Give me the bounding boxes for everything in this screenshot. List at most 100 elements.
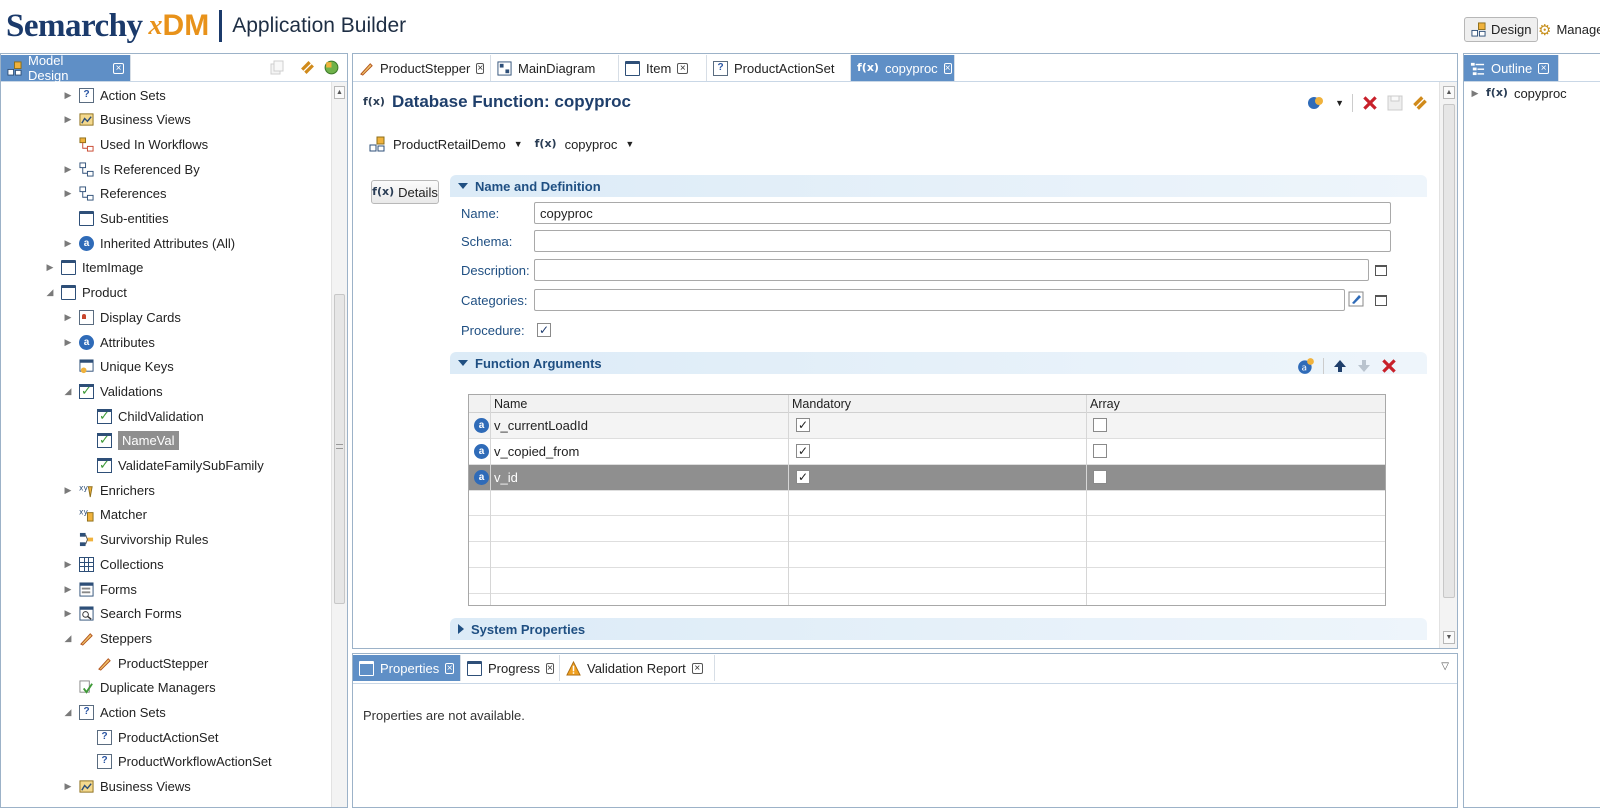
scroll-down-icon[interactable]: ▼ — [1443, 631, 1455, 644]
perspective-manage-button[interactable]: ⚙ Manage — [1532, 17, 1600, 42]
tree-item[interactable]: ▶ Business Views — [63, 109, 191, 131]
tree-item[interactable]: ▶ ItemImage — [45, 257, 143, 279]
table-row[interactable] — [469, 568, 1385, 594]
tree-item[interactable]: ▶ a Inherited Attributes (All) — [63, 232, 235, 254]
model-actions-icon[interactable] — [1307, 95, 1327, 111]
collapse-arrow-icon[interactable]: ◢ — [63, 707, 73, 718]
breadcrumb-model[interactable]: ProductRetailDemo — [393, 137, 506, 152]
delete-icon[interactable] — [1361, 94, 1379, 112]
procedure-checkbox[interactable]: ✓ — [537, 323, 551, 337]
tree-item[interactable]: ▶ a Attributes — [63, 331, 155, 353]
copy-icon[interactable] — [269, 60, 285, 76]
collapse-arrow-icon[interactable]: ◢ — [63, 633, 73, 644]
view-menu-icon[interactable]: ▽ — [1441, 661, 1449, 672]
tree-item[interactable]: xy Matcher — [63, 504, 147, 526]
tab-model-design[interactable]: Model Design × — [1, 53, 131, 83]
chevron-down-icon[interactable]: ▼ — [514, 139, 523, 149]
scroll-up-icon[interactable]: ▲ — [1443, 86, 1455, 99]
tree-item[interactable]: ▶? Action Sets — [63, 84, 166, 106]
sync-icon[interactable] — [1411, 94, 1429, 112]
expand-arrow-icon[interactable]: ▶ — [45, 262, 55, 273]
tree-item[interactable]: ▶ References — [63, 183, 167, 205]
table-row[interactable]: a v_currentLoadId ✓ — [469, 413, 1385, 439]
perspective-design-button[interactable]: Design — [1464, 17, 1539, 42]
tree-item[interactable]: ▶ Display Cards — [63, 306, 181, 328]
model-tree-scrollbar[interactable]: ▲ — [331, 82, 347, 807]
close-icon[interactable]: × — [113, 62, 124, 74]
outline-item[interactable]: ▶ f(x) copyproc — [1470, 86, 1567, 101]
expand-arrow-icon[interactable]: ▶ — [63, 337, 73, 348]
tree-item[interactable]: ProductStepper — [81, 652, 208, 674]
categories-field[interactable] — [534, 289, 1345, 311]
tree-item[interactable]: Used In Workflows — [63, 133, 208, 155]
tree-item[interactable]: Survivorship Rules — [63, 529, 208, 551]
array-checkbox[interactable] — [1093, 443, 1107, 458]
section-name-definition[interactable]: Name and Definition — [450, 175, 1427, 197]
expand-arrow-icon[interactable]: ▶ — [63, 312, 73, 323]
tree-item[interactable]: ◢ Validations — [63, 380, 163, 402]
close-icon[interactable]: × — [1538, 62, 1550, 74]
section-function-arguments[interactable]: Function Arguments — [450, 352, 1427, 374]
details-button[interactable]: f(x) Details — [371, 180, 439, 204]
tree-item[interactable]: ◢? Action Sets — [63, 702, 166, 724]
expand-arrow-icon[interactable]: ▶ — [63, 90, 73, 101]
tab-copyproc[interactable]: f(x) copyproc × — [851, 55, 955, 81]
scrollbar-thumb[interactable] — [1443, 104, 1455, 598]
delete-icon[interactable] — [1380, 357, 1398, 375]
column-header-array[interactable]: Array — [1090, 397, 1120, 411]
mandatory-checkbox[interactable]: ✓ — [796, 443, 810, 458]
tree-item[interactable]: ▶ Collections — [63, 553, 164, 575]
expand-editor-icon[interactable] — [1375, 295, 1387, 306]
array-checkbox[interactable] — [1093, 469, 1107, 484]
tab-properties[interactable]: Properties × — [353, 655, 461, 681]
close-icon[interactable]: × — [546, 662, 554, 674]
edit-icon[interactable] — [1348, 291, 1364, 307]
expand-arrow-icon[interactable]: ▶ — [63, 608, 73, 619]
close-icon[interactable]: × — [476, 62, 485, 74]
tab-productactionset[interactable]: ? ProductActionSet — [707, 55, 851, 81]
expand-arrow-icon[interactable]: ▶ — [63, 559, 73, 570]
table-row[interactable]: a v_copied_from ✓ — [469, 439, 1385, 465]
scrollbar-thumb[interactable] — [334, 294, 345, 604]
expand-arrow-icon[interactable]: ▶ — [63, 238, 73, 249]
tree-item[interactable]: ▶ xy Enrichers — [63, 479, 155, 501]
close-icon[interactable]: × — [691, 662, 703, 674]
sync-icon[interactable] — [299, 59, 316, 76]
column-header-mandatory[interactable]: Mandatory — [792, 397, 851, 411]
table-row[interactable] — [469, 594, 1385, 605]
tab-item[interactable]: Item × — [619, 55, 707, 81]
breadcrumb-function[interactable]: copyproc — [565, 137, 618, 152]
tree-item[interactable]: ? ProductActionSet — [81, 726, 218, 748]
table-row[interactable] — [469, 542, 1385, 568]
array-checkbox[interactable] — [1093, 418, 1107, 432]
collapse-arrow-icon[interactable]: ◢ — [63, 386, 73, 397]
tree-item[interactable]: NameVal — [81, 430, 179, 452]
section-system-properties[interactable]: System Properties — [450, 618, 1427, 640]
editor-scrollbar[interactable]: ▲ ▼ — [1439, 82, 1457, 648]
table-row[interactable] — [469, 516, 1385, 543]
tree-item[interactable]: ▶ Business Views — [63, 776, 191, 798]
collapse-arrow-icon[interactable]: ◢ — [45, 287, 55, 298]
tree-item[interactable]: ◢ Steppers — [63, 627, 153, 649]
tree-item[interactable]: ▶ Is Referenced By — [63, 158, 200, 180]
tab-validation-report[interactable]: Validation Report × — [560, 655, 715, 681]
tree-item[interactable]: ? ProductWorkflowActionSet — [81, 751, 272, 773]
table-row[interactable]: a v_id ✓ — [469, 464, 1385, 491]
chevron-down-icon[interactable]: ▼ — [1335, 98, 1344, 108]
tree-item[interactable]: ▶ Search Forms — [63, 603, 182, 625]
expand-arrow-icon[interactable]: ▶ — [1470, 88, 1480, 99]
tree-item[interactable]: Sub-entities — [63, 208, 169, 230]
tree-item[interactable]: ChildValidation — [81, 405, 204, 427]
column-header-name[interactable]: Name — [494, 397, 527, 411]
refresh-model-icon[interactable] — [323, 59, 340, 76]
tree-item[interactable]: Unique Keys — [63, 356, 174, 378]
name-field[interactable]: copyproc — [534, 202, 1391, 224]
save-icon[interactable] — [1387, 95, 1403, 111]
tree-item[interactable]: ValidateFamilySubFamily — [81, 455, 264, 477]
expand-arrow-icon[interactable]: ▶ — [63, 584, 73, 595]
tab-productstepper[interactable]: ProductStepper × — [353, 55, 491, 81]
move-up-icon[interactable] — [1332, 358, 1348, 374]
table-row[interactable] — [469, 490, 1385, 517]
description-field[interactable] — [534, 259, 1369, 281]
expand-arrow-icon[interactable]: ▶ — [63, 114, 73, 125]
